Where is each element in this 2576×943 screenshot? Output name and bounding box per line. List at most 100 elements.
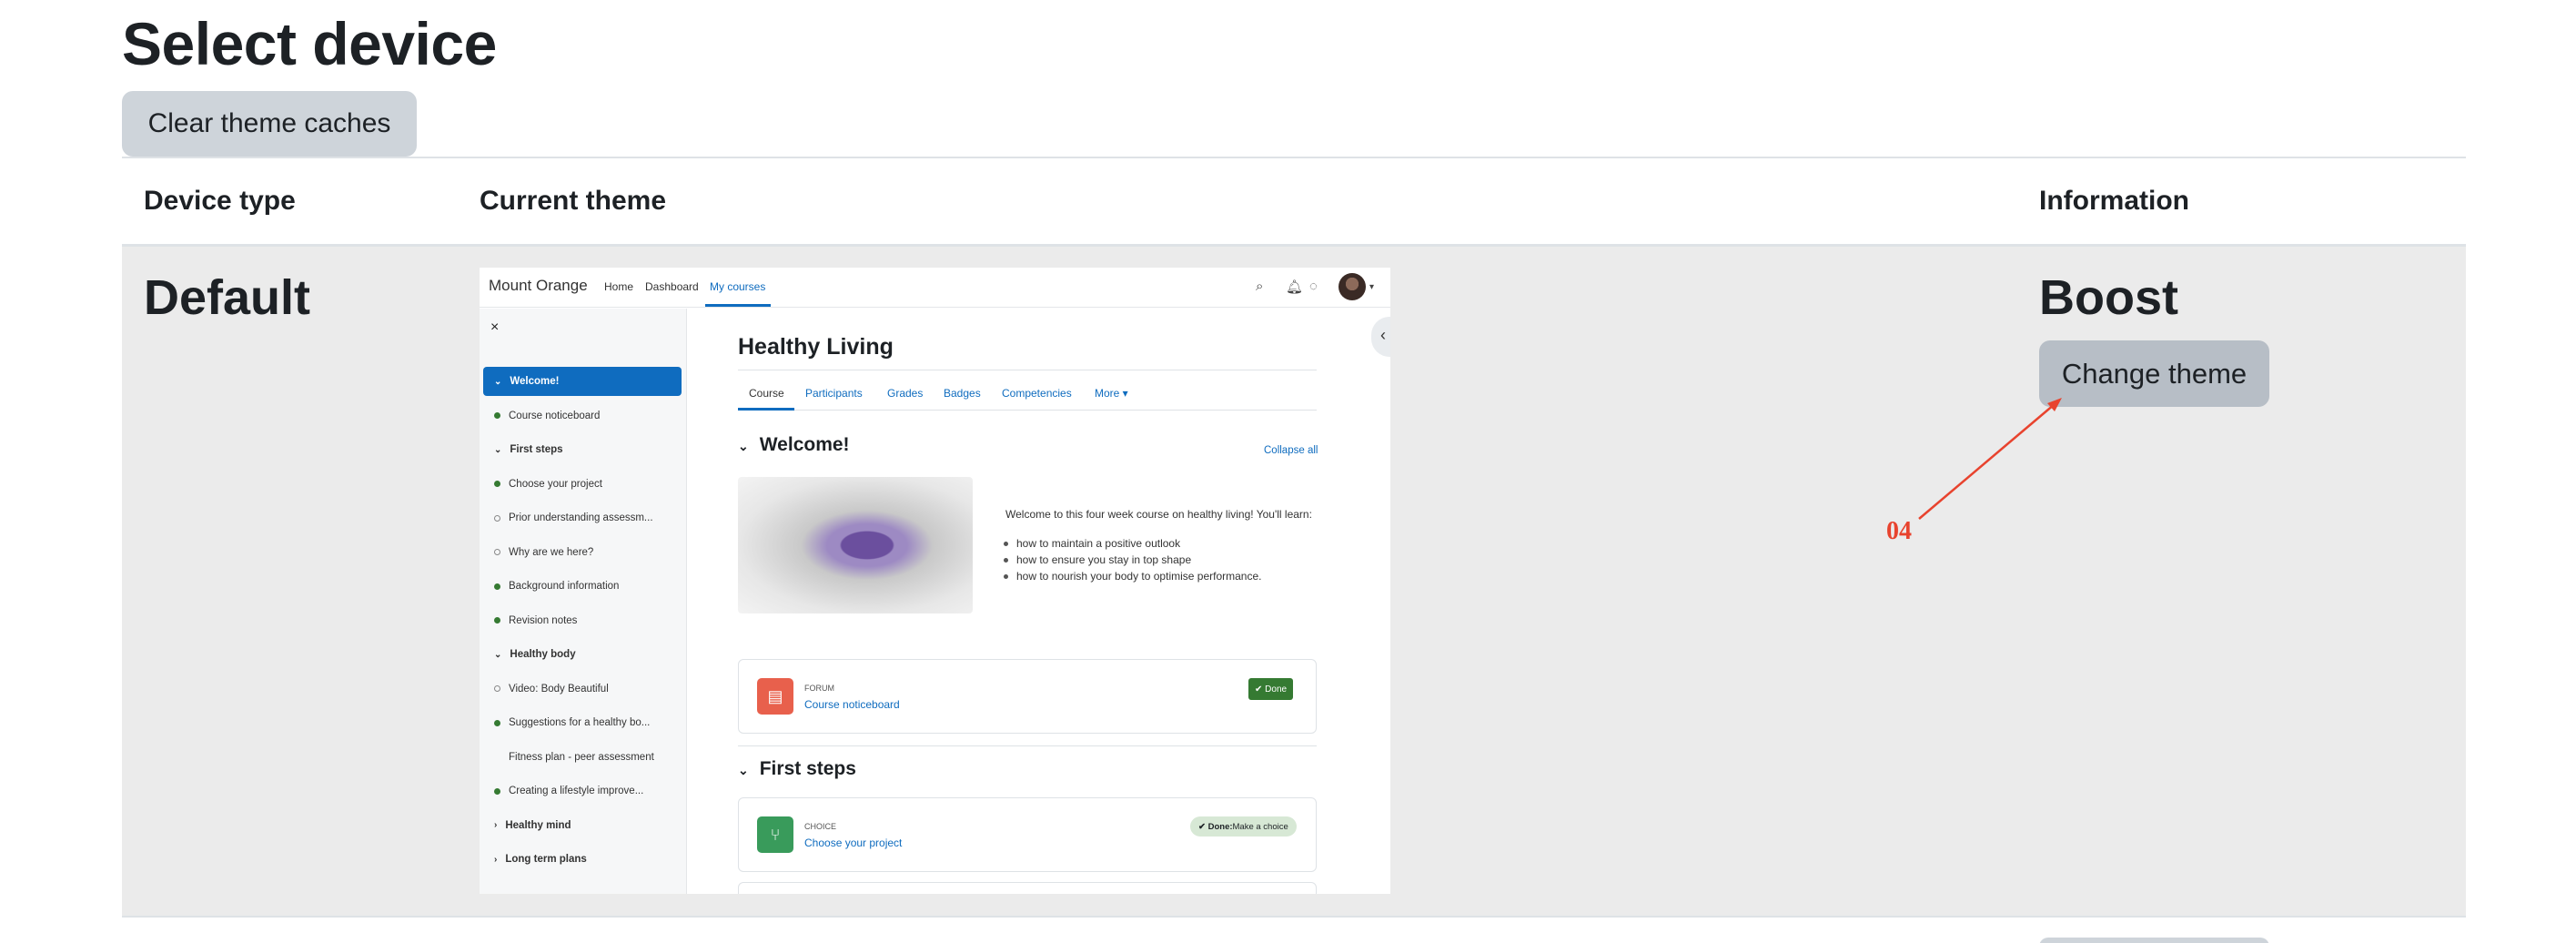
course-index-label: First steps bbox=[510, 444, 563, 455]
course-index-section: ⌄ Healthy body bbox=[483, 640, 682, 669]
preview-tab-participants: Participants bbox=[805, 387, 863, 400]
course-index-item: Course noticeboard bbox=[483, 401, 682, 431]
completion-status-icon bbox=[494, 719, 500, 726]
preview-nav-dashboard: Dashboard bbox=[645, 280, 699, 293]
preview-tab-grades: Grades bbox=[887, 387, 924, 400]
preview-nav-home: Home bbox=[604, 280, 634, 293]
course-index-label: Background information bbox=[509, 581, 620, 592]
course-index-label: Healthy mind bbox=[505, 819, 571, 831]
chevron-down-icon: ⌄ bbox=[494, 444, 502, 455]
course-index-label: Fitness plan - peer assessment bbox=[509, 751, 654, 763]
course-index-label: Video: Body Beautiful bbox=[509, 683, 609, 695]
done-label: ✔ Done: bbox=[1198, 821, 1233, 832]
course-index-item: Why are we here? bbox=[483, 538, 682, 567]
activity-type: CHOICE bbox=[804, 822, 837, 831]
chevron-down-icon: ⌄ bbox=[738, 763, 749, 777]
course-index-item: Suggestions for a healthy bo... bbox=[483, 708, 682, 737]
clear-theme-caches-button[interactable]: Clear theme caches bbox=[122, 91, 417, 157]
course-index-section: ⌄ Welcome! bbox=[483, 367, 682, 396]
completion-status-icon bbox=[494, 412, 500, 419]
preview-collapse-all: Collapse all bbox=[1264, 445, 1318, 456]
device-type-name: Default bbox=[144, 270, 311, 325]
column-header-information: Information bbox=[2039, 186, 2189, 216]
section-title: Welcome! bbox=[759, 434, 850, 455]
avatar bbox=[1339, 273, 1366, 300]
completion-status-icon bbox=[494, 754, 500, 760]
preview-activity-choice: ⑂ CHOICE Choose your project ✔ Done: Mak… bbox=[738, 797, 1317, 872]
theme-preview-screenshot: Mount Orange Home Dashboard My courses ⌕… bbox=[480, 268, 1390, 894]
bell-icon: 🔔︎ bbox=[1286, 279, 1304, 295]
completion-status-icon bbox=[494, 481, 500, 487]
course-index-label: Revision notes bbox=[509, 614, 578, 626]
course-index-item: Revision notes bbox=[483, 606, 682, 635]
preview-tab-course: Course bbox=[749, 387, 784, 400]
done-badge: ✔ Done: Make a choice bbox=[1190, 816, 1297, 837]
activity-type: FORUM bbox=[804, 684, 834, 693]
close-icon: × bbox=[490, 319, 500, 335]
course-index-section: ⌄ First steps bbox=[483, 435, 682, 464]
choice-icon: ⑂ bbox=[757, 816, 793, 853]
done-detail: Make a choice bbox=[1232, 821, 1288, 832]
preview-activity-forum: ▤ FORUM Course noticeboard ✔ Done bbox=[738, 659, 1317, 734]
list-item: how to ensure you stay in top shape bbox=[1003, 553, 1192, 566]
course-index-label: Prior understanding assessm... bbox=[509, 512, 653, 523]
row-divider bbox=[122, 916, 2466, 918]
preview-tab-more: More ▾ bbox=[1095, 387, 1128, 400]
preview-section-first-steps: ⌄ First steps bbox=[738, 758, 856, 780]
divider bbox=[738, 745, 1317, 746]
list-item: how to nourish your body to optimise per… bbox=[1003, 570, 1262, 583]
course-index-item: Creating a lifestyle improve... bbox=[483, 776, 682, 806]
divider bbox=[122, 157, 2466, 158]
course-index-section: › Long term plans bbox=[483, 845, 682, 874]
column-header-device-type: Device type bbox=[144, 186, 296, 216]
chevron-right-icon: › bbox=[494, 820, 498, 830]
preview-brand: Mount Orange bbox=[489, 277, 588, 294]
chevron-right-icon: › bbox=[494, 854, 498, 865]
activity-link: Choose your project bbox=[804, 837, 903, 849]
course-index-label: Suggestions for a healthy bo... bbox=[509, 717, 651, 728]
chevron-down-icon: ⌄ bbox=[494, 649, 502, 660]
completion-status-icon bbox=[494, 685, 500, 692]
forum-icon: ▤ bbox=[757, 678, 793, 715]
completion-status-icon bbox=[494, 514, 500, 522]
column-header-current-theme: Current theme bbox=[480, 186, 667, 216]
course-index-label: Welcome! bbox=[510, 376, 560, 387]
course-index-label: Course noticeboard bbox=[509, 410, 601, 421]
course-index-label: Why are we here? bbox=[509, 546, 594, 558]
course-index-section: › Healthy mind bbox=[483, 811, 682, 840]
course-index-label: Choose your project bbox=[509, 478, 602, 490]
course-index-label: Healthy body bbox=[510, 649, 576, 660]
preview-navbar: Mount Orange Home Dashboard My courses ⌕… bbox=[480, 268, 1390, 308]
chevron-down-icon: ▾ bbox=[1369, 282, 1375, 292]
course-index-item: Choose your project bbox=[483, 470, 682, 499]
change-theme-button[interactable]: Change theme bbox=[2039, 340, 2269, 407]
preview-tab-underline bbox=[738, 408, 794, 411]
preview-intro-text: Welcome to this four week course on heal… bbox=[1005, 508, 1312, 521]
course-index-item: Background information bbox=[483, 572, 682, 601]
flower-image bbox=[738, 477, 973, 613]
page-title: Select device bbox=[122, 10, 497, 77]
course-index-item: Prior understanding assessm... bbox=[483, 503, 682, 532]
preview-tab-competencies: Competencies bbox=[1002, 387, 1072, 400]
completion-status-icon bbox=[494, 617, 500, 624]
preview-course-tabs: Course Participants Grades Badges Compet… bbox=[738, 374, 1317, 411]
list-item: how to maintain a positive outlook bbox=[1003, 537, 1181, 550]
completion-status-icon bbox=[494, 787, 500, 795]
course-index-label: Long term plans bbox=[505, 854, 587, 865]
annotation-label: 04 bbox=[1886, 517, 1912, 545]
chevron-down-icon: ⌄ bbox=[738, 439, 749, 453]
chat-icon: ◌ bbox=[1309, 279, 1318, 294]
next-row-button-partial[interactable] bbox=[2039, 938, 2269, 943]
chevron-down-icon: ⌄ bbox=[494, 376, 502, 387]
section-title: First steps bbox=[759, 758, 856, 779]
preview-course-title: Healthy Living bbox=[738, 334, 894, 360]
preview-course-index: × ⌄ Welcome! Course noticeboard ⌄ First step… bbox=[480, 309, 687, 894]
preview-section-welcome: ⌄ Welcome! bbox=[738, 434, 850, 456]
preview-tab-badges: Badges bbox=[944, 387, 981, 400]
course-index-label: Creating a lifestyle improve... bbox=[509, 786, 644, 796]
course-index-item: Fitness plan - peer assessment bbox=[483, 743, 682, 772]
course-index-item: Video: Body Beautiful bbox=[483, 674, 682, 704]
preview-nav-my-courses: My courses bbox=[710, 280, 766, 293]
activity-link: Course noticeboard bbox=[804, 698, 900, 711]
completion-status-icon bbox=[494, 549, 500, 555]
